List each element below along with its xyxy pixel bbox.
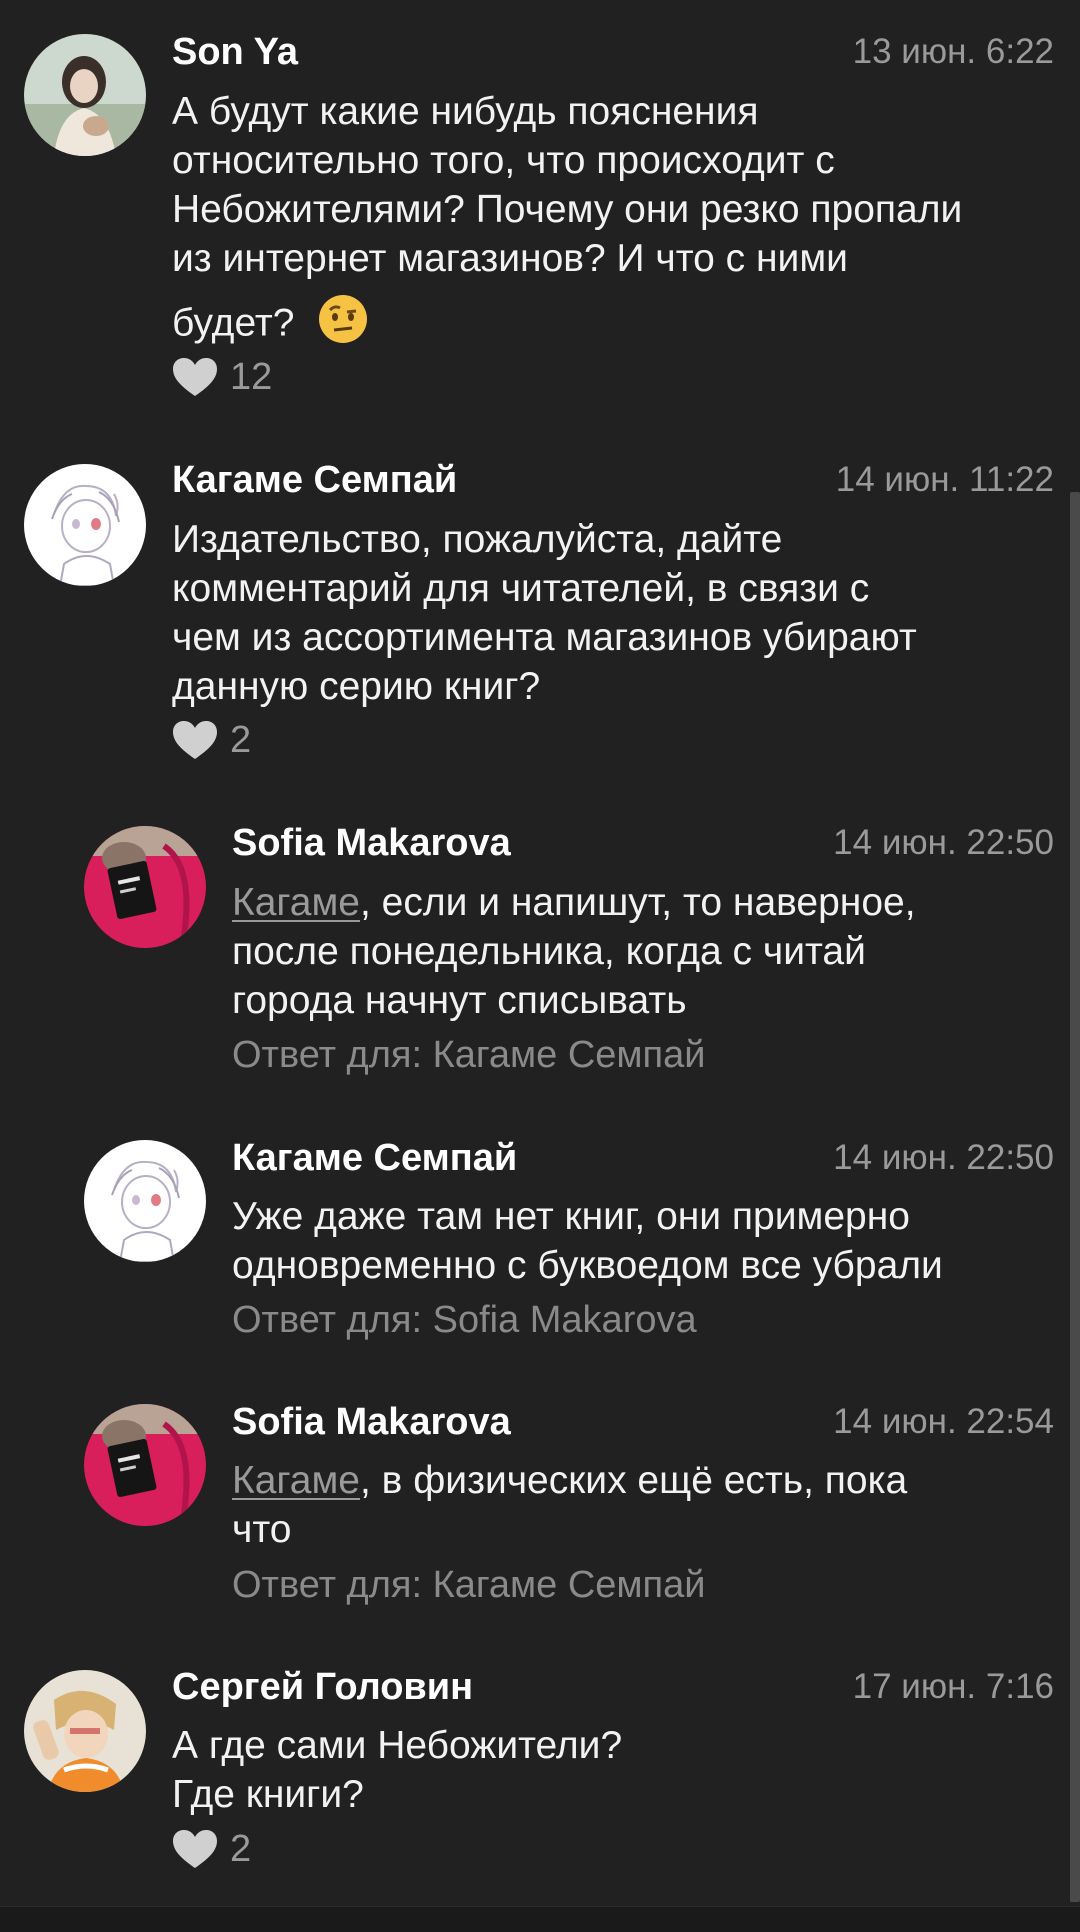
like-button[interactable]: 12 bbox=[172, 352, 272, 402]
comment-line-rest: , в физических ещё есть, пока bbox=[359, 1459, 908, 1502]
scrollbar[interactable] bbox=[1070, 492, 1080, 1902]
comment-line: А где сами Небожители? bbox=[172, 1724, 623, 1767]
comment-line: Где книги? bbox=[172, 1773, 364, 1816]
avatar[interactable] bbox=[24, 34, 146, 156]
comment-author[interactable]: Сергей Головин bbox=[172, 1662, 473, 1712]
reply-to-link[interactable]: Ответ для: Кагаме Семпай bbox=[232, 1560, 705, 1610]
comment-line: что bbox=[232, 1508, 292, 1551]
comment-text: Кагаме, в физических ещё есть, пока что bbox=[232, 1456, 1052, 1554]
like-count: 12 bbox=[230, 355, 273, 398]
comment-line: А будут какие нибудь пояснения bbox=[172, 90, 759, 133]
comment-line: Кагаме, если и напишут, то наверное, bbox=[232, 878, 1052, 927]
heart-icon bbox=[173, 1830, 217, 1868]
comment-line: Небожителями? Почему они резко пропали bbox=[172, 188, 963, 231]
comment-text: Уже даже там нет книг, они примерно одно… bbox=[232, 1192, 1062, 1290]
comment-author[interactable]: Sofia Makarova bbox=[232, 1397, 511, 1447]
avatar-book-red-sweater-icon bbox=[84, 1404, 206, 1526]
heart-icon bbox=[173, 358, 217, 396]
comment-author[interactable]: Sofia Makarova bbox=[232, 818, 511, 868]
comment-line-last: будет? bbox=[172, 293, 1052, 357]
avatar-anime-sketch-icon bbox=[24, 464, 146, 586]
comment-line: после понедельника, когда с читай bbox=[232, 930, 866, 973]
comment-line: данную серию книг? bbox=[172, 665, 541, 708]
comment-line: города начнут списывать bbox=[232, 979, 687, 1022]
comment-line: Кагаме, в физических ещё есть, пока bbox=[232, 1456, 1052, 1505]
mention-link[interactable]: Кагаме bbox=[232, 1459, 360, 1502]
avatar-anime-sketch-icon bbox=[84, 1140, 206, 1262]
comment-text: Издательство, пожалуйста, дайте коммента… bbox=[172, 515, 1052, 711]
like-button[interactable]: 2 bbox=[172, 715, 251, 765]
comment-date: 17 июн. 7:16 bbox=[852, 1667, 1054, 1706]
comment-date: 13 июн. 6:22 bbox=[852, 32, 1054, 71]
comment-date: 14 июн. 22:50 bbox=[833, 1138, 1054, 1177]
comment-text: Кагаме, если и напишут, то наверное, пос… bbox=[232, 878, 1052, 1025]
avatar-girl-photo-icon bbox=[24, 34, 146, 156]
raised-eyebrow-emoji-icon bbox=[317, 293, 369, 357]
avatar-book-red-sweater-icon bbox=[84, 826, 206, 948]
comment-date: 14 июн. 11:22 bbox=[835, 460, 1054, 499]
heart-icon bbox=[173, 721, 217, 759]
avatar[interactable] bbox=[24, 464, 146, 586]
comment-sonya: Son Ya 13 июн. 6:22 А будут какие нибудь… bbox=[0, 0, 1070, 400]
comment-line: чем из ассортимента магазинов убирают bbox=[172, 616, 917, 659]
avatar[interactable] bbox=[24, 1670, 146, 1792]
avatar[interactable] bbox=[84, 1404, 206, 1526]
comment-author[interactable]: Кагаме Семпай bbox=[232, 1133, 517, 1183]
comment-text: А где сами Небожители? Где книги? bbox=[172, 1721, 1052, 1819]
comment-date: 14 июн. 22:50 bbox=[833, 823, 1054, 862]
reply-to-link[interactable]: Ответ для: Sofia Makarova bbox=[232, 1295, 697, 1345]
comment-line: Уже даже там нет книг, они примерно bbox=[232, 1195, 910, 1238]
comment-line: одновременно с буквоедом все убрали bbox=[232, 1244, 943, 1287]
comment-line: относительно того, что происходит с bbox=[172, 139, 835, 182]
comment-date: 14 июн. 22:54 bbox=[833, 1402, 1054, 1441]
like-button[interactable]: 2 bbox=[172, 1824, 251, 1874]
like-count: 2 bbox=[230, 718, 252, 761]
comment-author[interactable]: Son Ya bbox=[172, 27, 298, 77]
reply-to-link[interactable]: Ответ для: Кагаме Семпай bbox=[232, 1030, 705, 1080]
like-count: 2 bbox=[230, 1827, 252, 1870]
avatar[interactable] bbox=[84, 826, 206, 948]
mention-link[interactable]: Кагаме bbox=[232, 881, 360, 924]
avatar[interactable] bbox=[84, 1140, 206, 1262]
comment-line: комментарий для читателей, в связи с bbox=[172, 567, 870, 610]
comment-author[interactable]: Кагаме Семпай bbox=[172, 455, 457, 505]
avatar-illustration-orange-icon bbox=[24, 1670, 146, 1792]
comment-line-rest: , если и напишут, то наверное, bbox=[359, 881, 916, 924]
comment-line: будет? bbox=[172, 301, 295, 345]
comment-text: А будут какие нибудь пояснения относител… bbox=[172, 87, 1052, 357]
bottom-bar bbox=[0, 1906, 1080, 1932]
comment-line: Издательство, пожалуйста, дайте bbox=[172, 518, 783, 561]
comment-line: из интернет магазинов? И что с ними bbox=[172, 237, 848, 280]
